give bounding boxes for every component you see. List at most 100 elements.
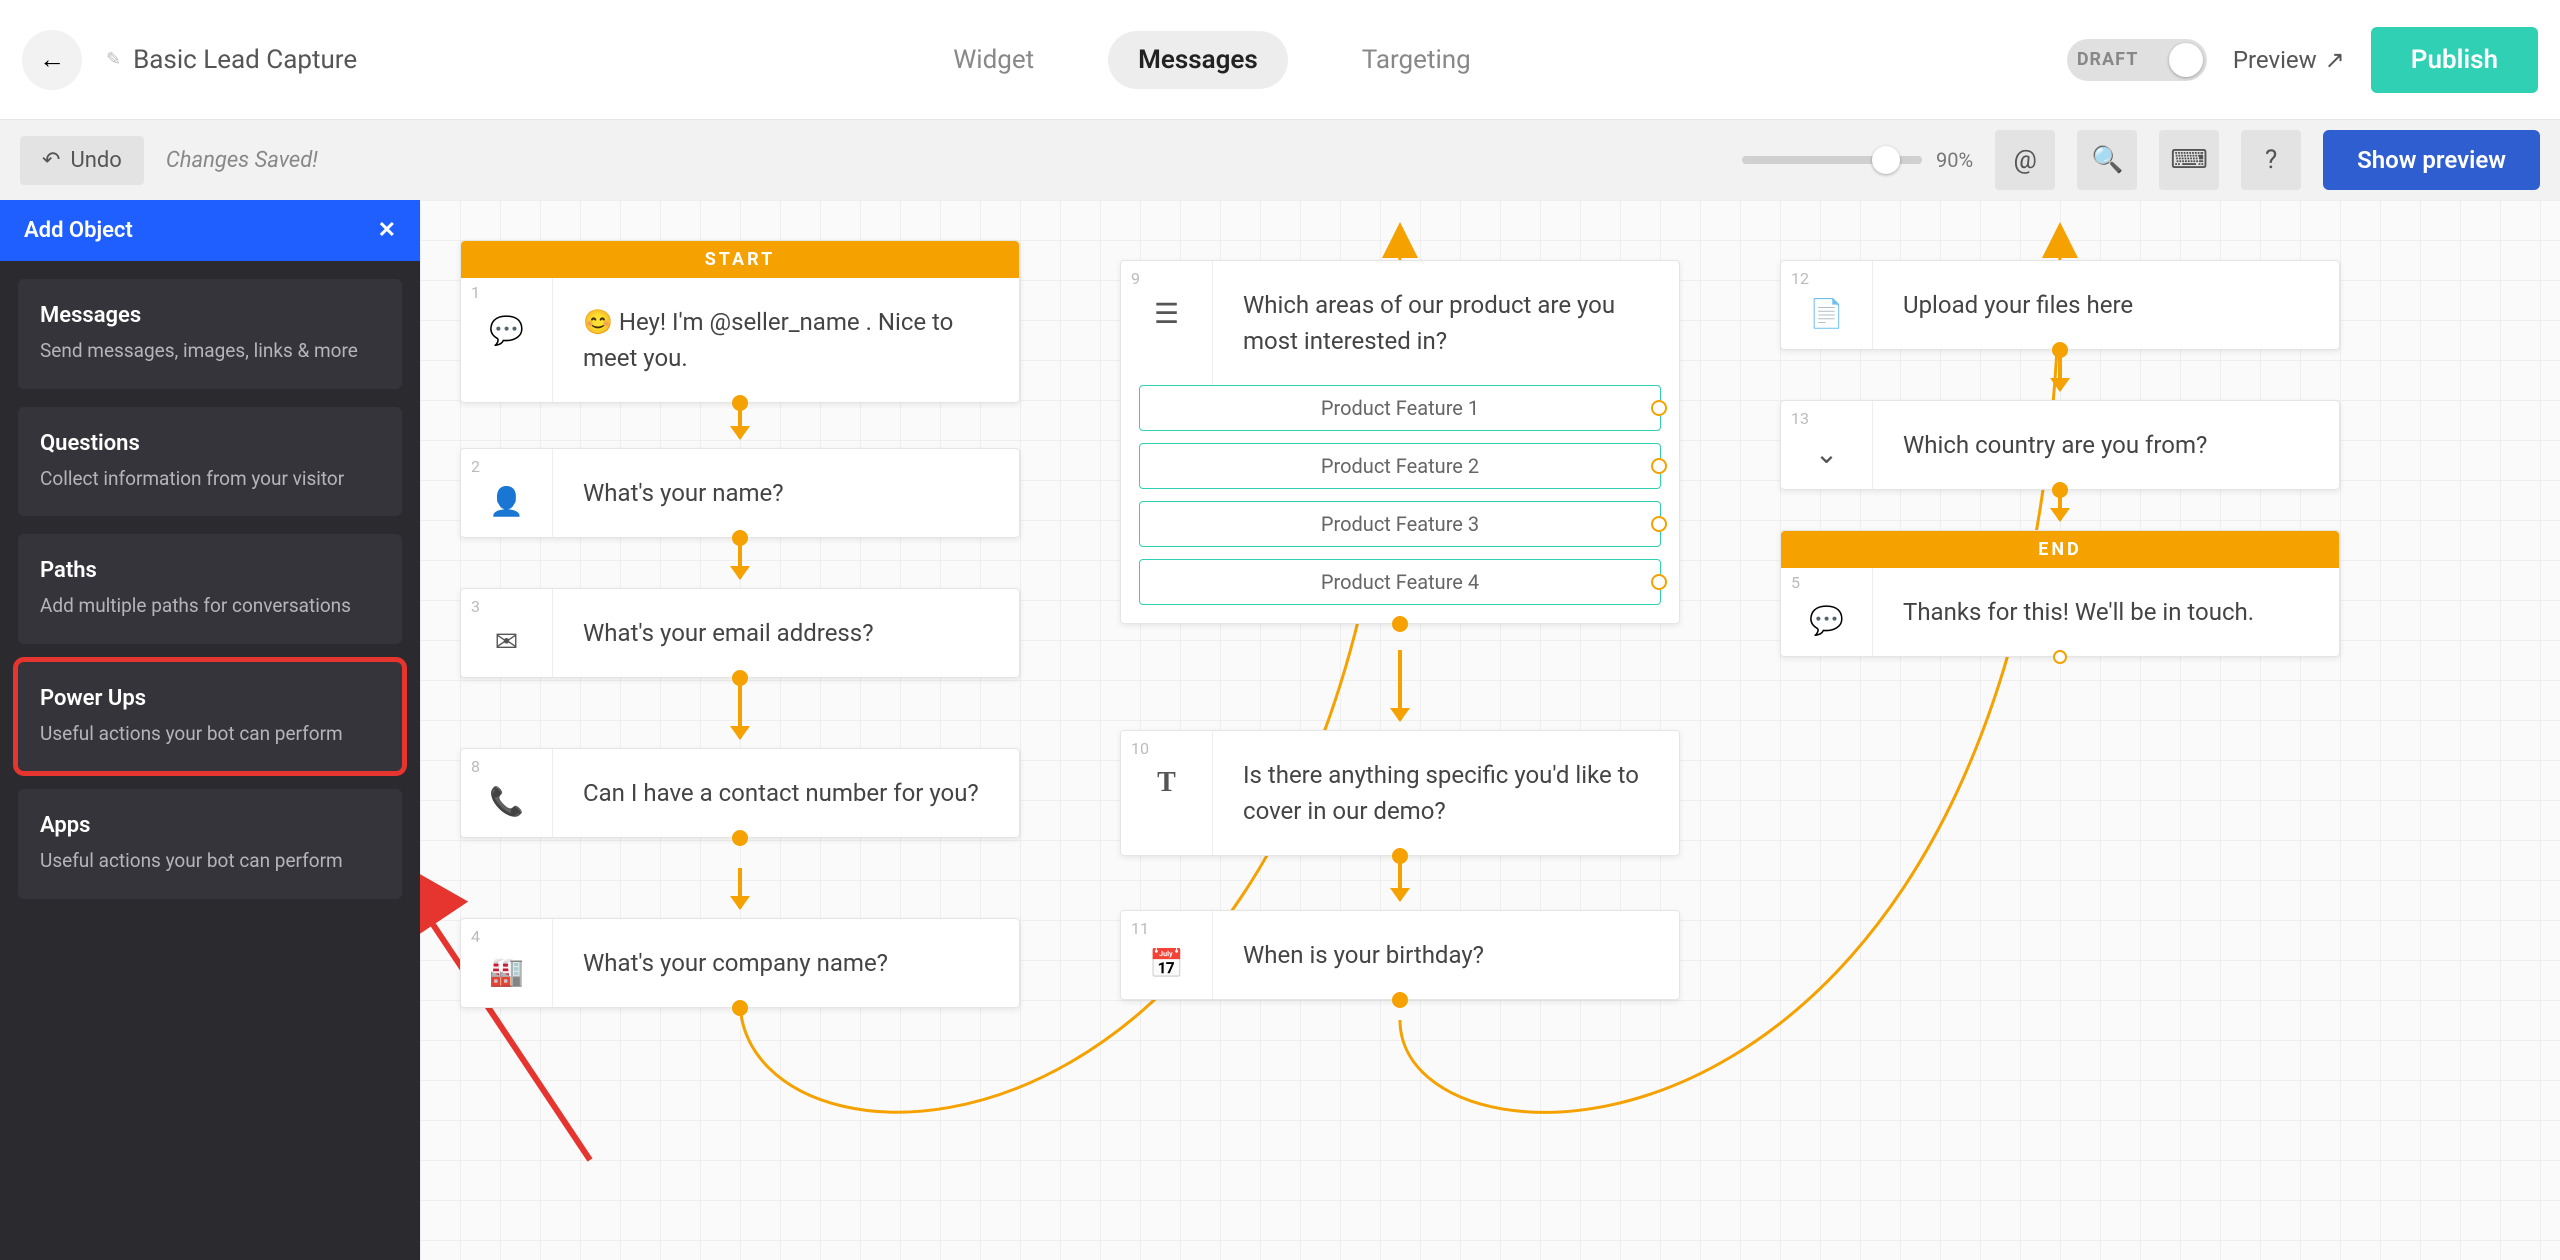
node-number: 1 — [471, 283, 480, 302]
arrow-down — [738, 678, 742, 738]
flow-canvas[interactable]: START 1 💬 😊 Hey! I'm @seller_name . Nice… — [420, 200, 2560, 1260]
draft-toggle[interactable]: DRAFT — [2067, 39, 2207, 81]
node-country[interactable]: 13 ⌄ Which country are you from? — [1780, 400, 2340, 490]
arrow-left-icon: ← — [39, 44, 65, 75]
arrow-down — [1398, 650, 1402, 720]
chat-icon: 💬 — [1809, 604, 1844, 637]
sidebar-item-title: Questions — [40, 431, 380, 456]
connector-dot[interactable] — [1392, 992, 1408, 1008]
zoom-control: 90% — [1742, 148, 1973, 172]
mention-button[interactable]: @ — [1995, 130, 2055, 190]
node-text: Upload your files here — [1873, 261, 2339, 349]
back-button[interactable]: ← — [22, 30, 82, 90]
sidebar-item-title: Messages — [40, 303, 380, 328]
node-text: When is your birthday? — [1213, 911, 1679, 999]
connector-dot[interactable] — [732, 1000, 748, 1016]
connector-dot[interactable] — [732, 830, 748, 846]
node-number: 10 — [1131, 739, 1149, 758]
publish-button[interactable]: Publish — [2371, 27, 2538, 93]
sidebar-item-apps[interactable]: Apps Useful actions your bot can perform — [18, 789, 402, 899]
sidebar-item-power-ups[interactable]: Power Ups Useful actions your bot can pe… — [18, 662, 402, 772]
node-text: What's your company name? — [553, 919, 1019, 1007]
node-number: 11 — [1131, 919, 1149, 938]
connector-dot[interactable] — [1392, 616, 1408, 632]
sidebar-item-desc: Collect information from your visitor — [40, 466, 380, 493]
option-item[interactable]: Product Feature 4 — [1139, 559, 1661, 605]
arrow-down — [738, 538, 742, 578]
draft-label: DRAFT — [2077, 49, 2139, 70]
node-number: 12 — [1791, 269, 1809, 288]
sub-bar: ↶ Undo Changes Saved! 90% @ 🔍 ⌨ ? Show p… — [0, 120, 2560, 200]
option-item[interactable]: Product Feature 1 — [1139, 385, 1661, 431]
node-number: 2 — [471, 457, 480, 476]
tab-targeting[interactable]: Targeting — [1332, 31, 1501, 89]
sidebar-item-messages[interactable]: Messages Send messages, images, links & … — [18, 279, 402, 389]
title-wrap: ✎ Basic Lead Capture — [106, 45, 357, 75]
sidebar-item-paths[interactable]: Paths Add multiple paths for conversatio… — [18, 534, 402, 644]
sidebar-title: Add Object — [24, 218, 133, 243]
node-interests[interactable]: 9 ☰ Which areas of our product are you m… — [1120, 260, 1680, 624]
sidebar-list: Messages Send messages, images, links & … — [0, 261, 420, 917]
help-button[interactable]: ? — [2241, 130, 2301, 190]
undo-icon: ↶ — [42, 148, 60, 173]
arrow-down — [738, 868, 742, 908]
keyboard-icon: ⌨ — [2170, 145, 2208, 175]
page-title[interactable]: Basic Lead Capture — [133, 45, 357, 75]
node-number: 8 — [471, 757, 480, 776]
question-icon: ? — [2265, 145, 2277, 175]
close-icon[interactable]: ✕ — [378, 218, 396, 243]
at-icon: @ — [2013, 145, 2036, 175]
node-text: Which areas of our product are you most … — [1213, 261, 1679, 385]
user-icon: 👤 — [489, 485, 524, 518]
chevron-down-icon: ⌄ — [1815, 437, 1838, 470]
nav-tabs: Widget Messages Targeting — [381, 31, 2043, 89]
node-number: 3 — [471, 597, 480, 616]
sidebar-header: Add Object ✕ — [0, 200, 420, 261]
search-button[interactable]: 🔍 — [2077, 130, 2137, 190]
keyboard-button[interactable]: ⌨ — [2159, 130, 2219, 190]
node-email[interactable]: 3 ✉ What's your email address? — [460, 588, 1020, 678]
node-text: Is there anything specific you'd like to… — [1213, 731, 1679, 855]
preview-link-label: Preview — [2233, 46, 2317, 74]
save-status: Changes Saved! — [166, 148, 318, 173]
node-start[interactable]: START 1 💬 😊 Hey! I'm @seller_name . Nice… — [460, 240, 1020, 403]
tab-widget[interactable]: Widget — [923, 31, 1064, 89]
sidebar-item-title: Apps — [40, 813, 380, 838]
sidebar-item-desc: Useful actions your bot can perform — [40, 848, 380, 875]
chat-icon: 💬 — [489, 314, 524, 347]
node-text: What's your email address? — [553, 589, 1019, 677]
pencil-icon[interactable]: ✎ — [106, 49, 121, 70]
node-company[interactable]: 4 🏭 What's your company name? — [460, 918, 1020, 1008]
node-number: 5 — [1791, 573, 1800, 592]
sidebar-item-desc: Add multiple paths for conversations — [40, 593, 380, 620]
preview-link[interactable]: Preview ↗ — [2233, 46, 2345, 74]
tab-messages[interactable]: Messages — [1108, 31, 1288, 89]
sidebar-item-questions[interactable]: Questions Collect information from your … — [18, 407, 402, 517]
option-item[interactable]: Product Feature 3 — [1139, 501, 1661, 547]
node-text: Which country are you from? — [1873, 401, 2339, 489]
list-icon: ☰ — [1154, 297, 1179, 330]
node-birthday[interactable]: 11 📅 When is your birthday? — [1120, 910, 1680, 1000]
toggle-knob — [2169, 43, 2203, 77]
node-name[interactable]: 2 👤 What's your name? — [460, 448, 1020, 538]
node-phone[interactable]: 8 📞 Can I have a contact number for you? — [460, 748, 1020, 838]
zoom-thumb[interactable] — [1872, 146, 1900, 174]
node-demo-notes[interactable]: 10 T Is there anything specific you'd li… — [1120, 730, 1680, 856]
node-number: 9 — [1131, 269, 1140, 288]
building-icon: 🏭 — [489, 955, 524, 988]
connector-dot[interactable] — [2053, 650, 2067, 664]
start-bar: START — [461, 241, 1019, 278]
node-end[interactable]: END 5 💬 Thanks for this! We'll be in tou… — [1780, 530, 2340, 657]
arrow-down — [738, 398, 742, 438]
top-bar: ← ✎ Basic Lead Capture Widget Messages T… — [0, 0, 2560, 120]
option-item[interactable]: Product Feature 2 — [1139, 443, 1661, 489]
search-icon: 🔍 — [2091, 145, 2123, 175]
show-preview-button[interactable]: Show preview — [2323, 130, 2540, 190]
zoom-slider[interactable] — [1742, 156, 1922, 164]
zoom-value: 90% — [1936, 148, 1973, 172]
file-icon: 📄 — [1809, 297, 1844, 330]
main: Add Object ✕ Messages Send messages, ima… — [0, 200, 2560, 1260]
option-list: Product Feature 1 Product Feature 2 Prod… — [1139, 385, 1661, 605]
undo-button[interactable]: ↶ Undo — [20, 136, 144, 185]
node-upload[interactable]: 12 📄 Upload your files here — [1780, 260, 2340, 350]
